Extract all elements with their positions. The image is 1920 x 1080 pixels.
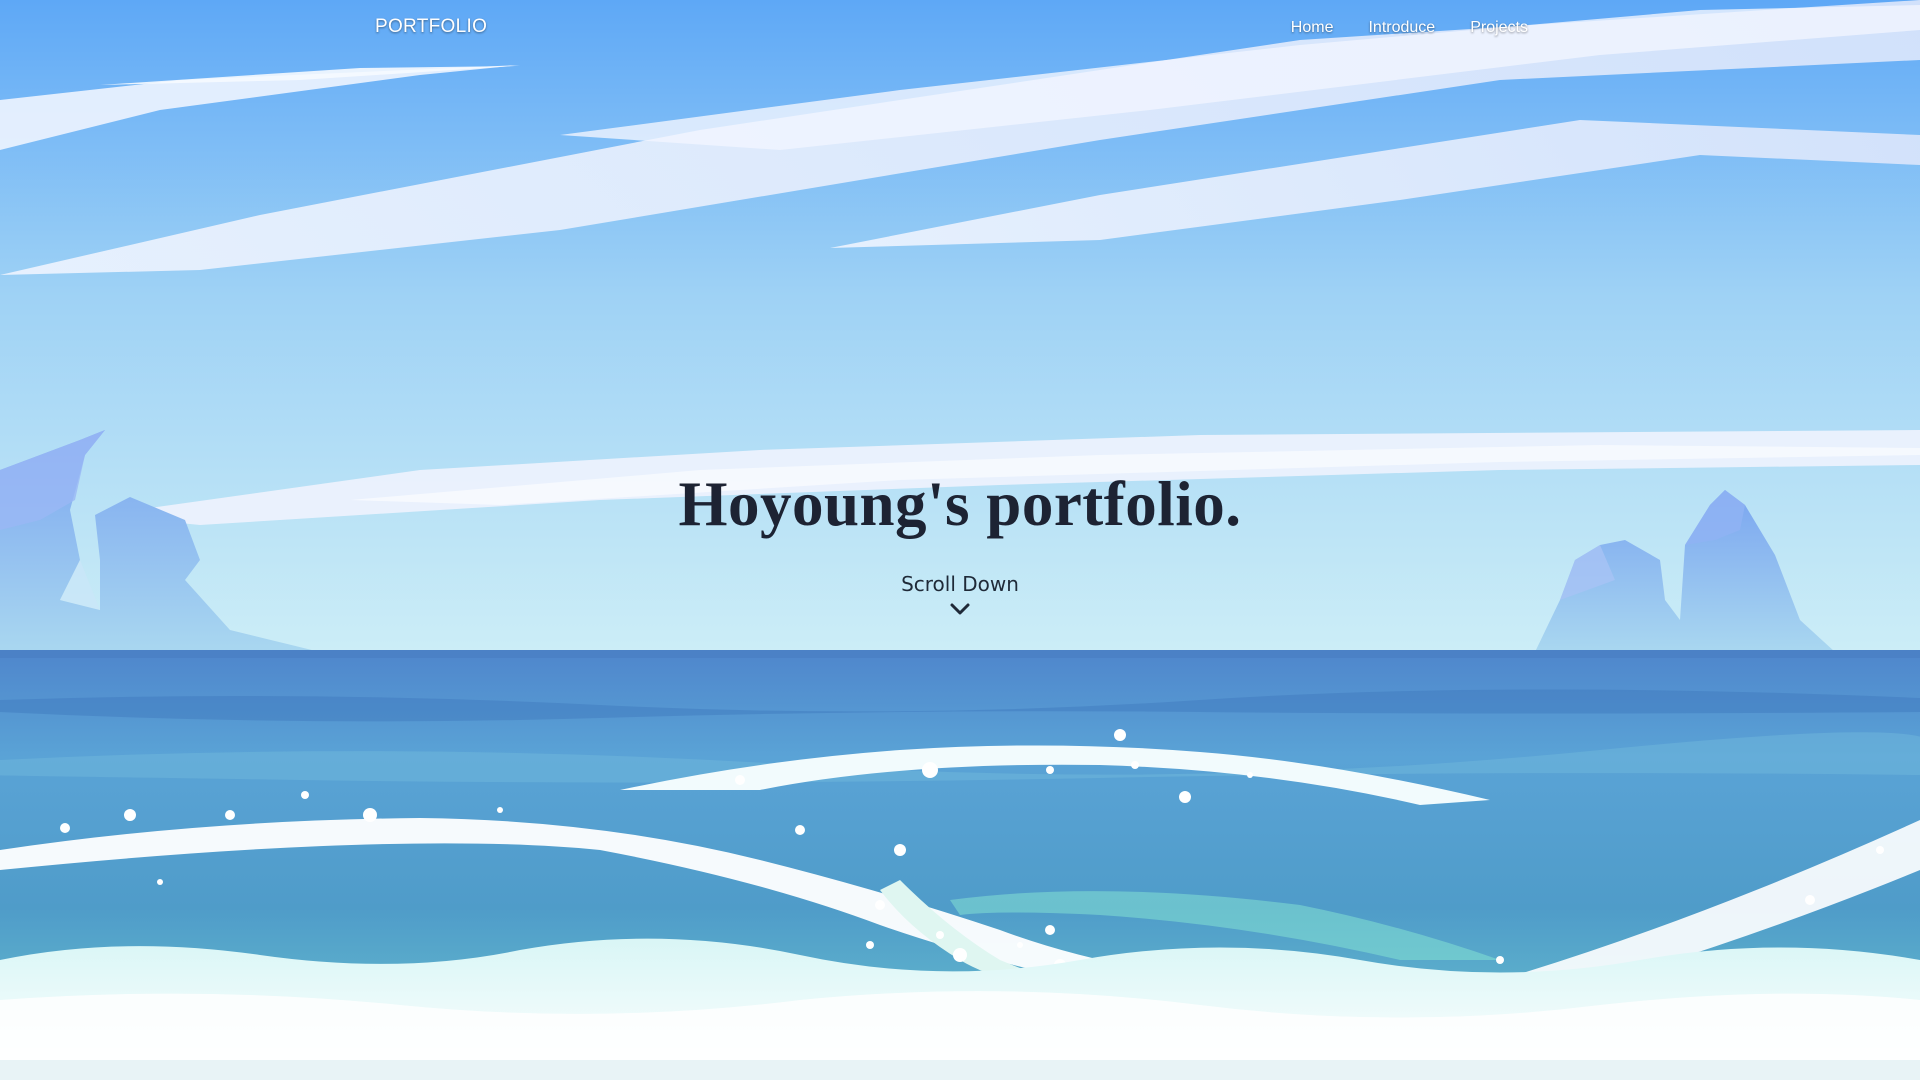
hero-title: Hoyoung's portfolio. — [678, 469, 1242, 539]
chevron-down-icon — [950, 603, 970, 615]
scroll-down-label: Scroll Down — [901, 572, 1019, 596]
brand-logo-link[interactable]: PORTFOLIO — [375, 16, 487, 38]
top-navbar: PORTFOLIO Home Introduce Projects — [0, 0, 1920, 60]
main-nav: Home Introduce Projects — [1291, 19, 1528, 37]
nav-link-home[interactable]: Home — [1291, 19, 1334, 37]
nav-link-projects[interactable]: Projects — [1470, 19, 1528, 37]
scroll-down-button[interactable]: Scroll Down — [0, 572, 1920, 616]
nav-link-introduce[interactable]: Introduce — [1368, 19, 1435, 37]
hero-section: PORTFOLIO Home Introduce Projects Hoyoun… — [0, 0, 1920, 1080]
